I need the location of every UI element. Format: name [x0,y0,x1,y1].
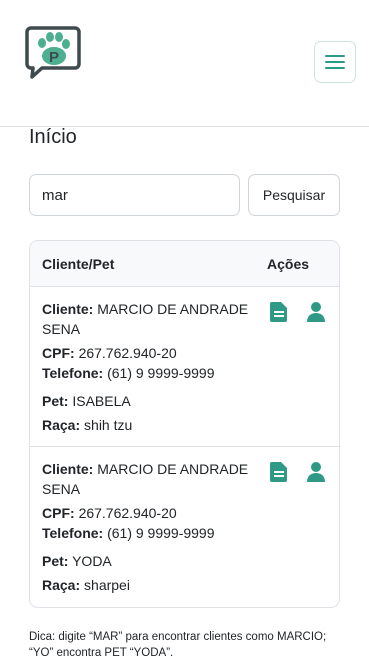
results-table: Cliente/Pet Ações Cliente: MARCIO DE AND… [29,240,340,608]
view-client-button[interactable] [305,461,327,483]
app-logo[interactable]: P [25,26,81,80]
telefone-line: Telefone: (61) 9 9999-9999 [42,525,215,541]
table-row: Cliente: MARCIO DE ANDRADE SENA CPF: 267… [30,287,339,447]
raca-line: Raça: sharpei [42,577,130,593]
cpf-line: CPF: 267.762.940-20 [42,505,177,521]
user-icon [307,462,325,482]
pet-line: Pet: ISABELA [42,393,131,409]
navbar: P [0,0,369,127]
cliente-line: Cliente: MARCIO DE ANDRADE [42,301,249,317]
cpf-line: CPF: 267.762.940-20 [42,345,177,361]
view-record-button[interactable] [269,461,289,483]
pet-line: Pet: YODA [42,553,112,569]
document-icon [270,462,287,482]
hint-line-1: Dica: digite “MAR” para encontrar client… [29,631,327,643]
telefone-line: Telefone: (61) 9 9999-9999 [42,365,215,381]
table-header: Cliente/Pet Ações [30,241,339,287]
page-title: Início [29,126,77,148]
column-header-cliente-pet: Cliente/Pet [42,256,115,272]
search-hint: Dica: digite “MAR” para encontrar client… [29,629,349,661]
cliente-line-continued: SENA [42,321,81,337]
document-icon [270,302,287,322]
table-row: Cliente: MARCIO DE ANDRADE SENA CPF: 267… [30,447,339,607]
search-button[interactable]: Pesquisar [248,174,340,216]
view-client-button[interactable] [305,301,327,323]
hamburger-icon [325,55,345,69]
menu-toggle-button[interactable] [314,41,356,83]
hint-line-2: “YO” encontra PET “YODA”. [29,647,174,659]
column-header-acoes: Ações [267,256,310,272]
view-record-button[interactable] [269,301,289,323]
raca-line: Raça: shih tzu [42,417,133,433]
cliente-line: Cliente: MARCIO DE ANDRADE [42,461,249,477]
user-icon [307,302,325,322]
logo-letter: P [49,49,59,66]
search-input[interactable] [29,174,240,216]
paw-logo-icon: P [25,26,81,79]
cliente-line-continued: SENA [42,481,81,497]
